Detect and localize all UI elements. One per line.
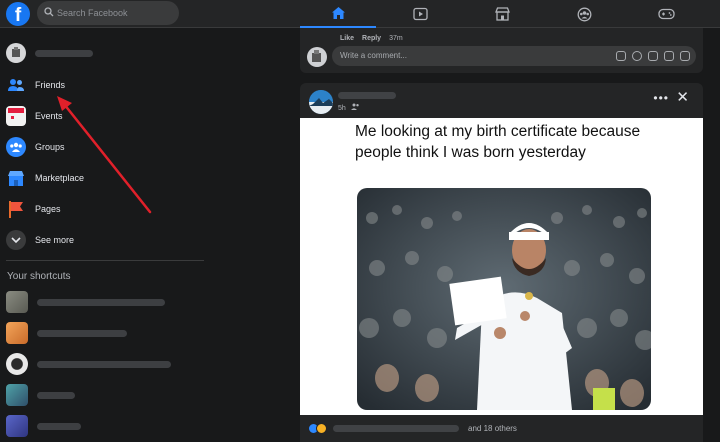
post-time: 5h	[338, 105, 346, 112]
sidebar-item-label: Pages	[35, 204, 61, 214]
shortcut-item[interactable]	[6, 384, 75, 406]
shortcut-label-redacted	[37, 391, 75, 399]
shortcut-thumbnail	[6, 384, 28, 406]
audience-friends-icon	[350, 103, 359, 110]
gif-icon[interactable]	[664, 51, 674, 61]
shortcut-thumbnail	[6, 415, 28, 437]
previous-post-comment-area: Like Reply 37m Write a comment...	[300, 28, 703, 73]
tab-groups[interactable]	[546, 0, 622, 28]
shortcut-item[interactable]	[6, 353, 171, 375]
shortcut-thumbnail	[6, 322, 28, 344]
meme-photo	[357, 188, 651, 410]
avatar	[6, 43, 26, 63]
more-options-icon[interactable]: •••	[653, 91, 669, 105]
shortcut-label-redacted	[37, 422, 81, 430]
shortcuts-heading: Your shortcuts	[7, 271, 71, 282]
friends-icon	[6, 75, 26, 95]
sidebar-divider	[6, 260, 204, 261]
comment-time: 37m	[389, 35, 403, 42]
avatar	[307, 47, 327, 67]
tab-gaming[interactable]	[628, 0, 704, 28]
shortcut-label-redacted	[37, 298, 165, 306]
watch-icon	[412, 7, 428, 21]
reply-link[interactable]: Reply	[362, 35, 381, 42]
top-navigation-bar: f	[0, 0, 720, 28]
sidebar-item-events[interactable]: Events	[6, 104, 201, 128]
search-box[interactable]	[37, 1, 179, 25]
sidebar-item-profile[interactable]	[6, 41, 201, 65]
tab-watch[interactable]	[382, 0, 458, 28]
groups-icon	[6, 137, 26, 157]
shortcut-label-redacted	[37, 329, 127, 337]
shortcut-item[interactable]	[6, 415, 81, 437]
profile-name-redacted	[35, 49, 93, 57]
sidebar-item-marketplace[interactable]: Marketplace	[6, 166, 201, 190]
tab-marketplace[interactable]	[464, 0, 540, 28]
reactions-summary[interactable]: and 18 others	[308, 423, 517, 434]
shortcut-thumbnail	[6, 353, 28, 375]
sidebar-item-friends[interactable]: Friends	[6, 73, 201, 97]
comment-actions: Like Reply 37m	[340, 35, 403, 42]
sidebar-item-label: Groups	[35, 142, 65, 152]
sidebar-item-groups[interactable]: Groups	[6, 135, 201, 159]
haha-reaction-icon	[316, 423, 327, 434]
chevron-down-icon	[6, 230, 26, 250]
comment-placeholder: Write a comment...	[340, 51, 407, 60]
pages-icon	[6, 199, 26, 219]
sidebar-item-label: Events	[35, 111, 63, 121]
shortcut-item[interactable]	[6, 322, 127, 344]
gaming-icon	[657, 8, 675, 20]
search-input[interactable]	[57, 5, 173, 21]
reactions-count-text: and 18 others	[468, 424, 517, 433]
comment-tools	[616, 51, 690, 61]
meme-image[interactable]: Me looking at my birth certificate becau…	[300, 118, 703, 415]
sidebar-item-label: See more	[35, 235, 75, 245]
groups-icon	[577, 7, 591, 21]
avatar[interactable]	[309, 90, 333, 114]
avatar-sticker-icon[interactable]	[680, 51, 690, 61]
home-icon	[331, 7, 345, 19]
search-icon	[44, 7, 54, 17]
sidebar-item-label: Marketplace	[35, 173, 85, 183]
close-icon[interactable]: ✕	[676, 90, 689, 105]
events-icon	[6, 106, 26, 126]
post-author-redacted	[338, 92, 396, 99]
feed-post: 5h ••• ✕ Me looking at my birth certific…	[300, 83, 703, 442]
marketplace-icon	[6, 168, 26, 188]
see-more-button[interactable]: See more	[6, 228, 201, 252]
left-sidebar: Friends Events Groups Marketplace Pages …	[0, 28, 205, 442]
sidebar-item-label: Friends	[35, 80, 66, 90]
reactor-names-redacted	[333, 425, 459, 432]
comment-input[interactable]: Write a comment...	[332, 46, 696, 66]
meme-caption: Me looking at my birth certificate becau…	[355, 123, 641, 161]
marketplace-icon	[494, 7, 510, 21]
like-link[interactable]: Like	[340, 35, 354, 42]
tab-home[interactable]	[300, 0, 376, 28]
sticker-icon[interactable]	[616, 51, 626, 61]
shortcut-item[interactable]	[6, 291, 165, 313]
man-reading-paper-photo	[357, 188, 651, 410]
emoji-icon[interactable]	[632, 51, 642, 61]
facebook-logo-icon[interactable]: f	[6, 2, 30, 26]
shortcut-label-redacted	[37, 360, 171, 368]
shortcut-thumbnail	[6, 291, 28, 313]
sidebar-item-pages[interactable]: Pages	[6, 197, 201, 221]
post-meta: 5h	[338, 103, 360, 112]
camera-icon[interactable]	[648, 51, 658, 61]
